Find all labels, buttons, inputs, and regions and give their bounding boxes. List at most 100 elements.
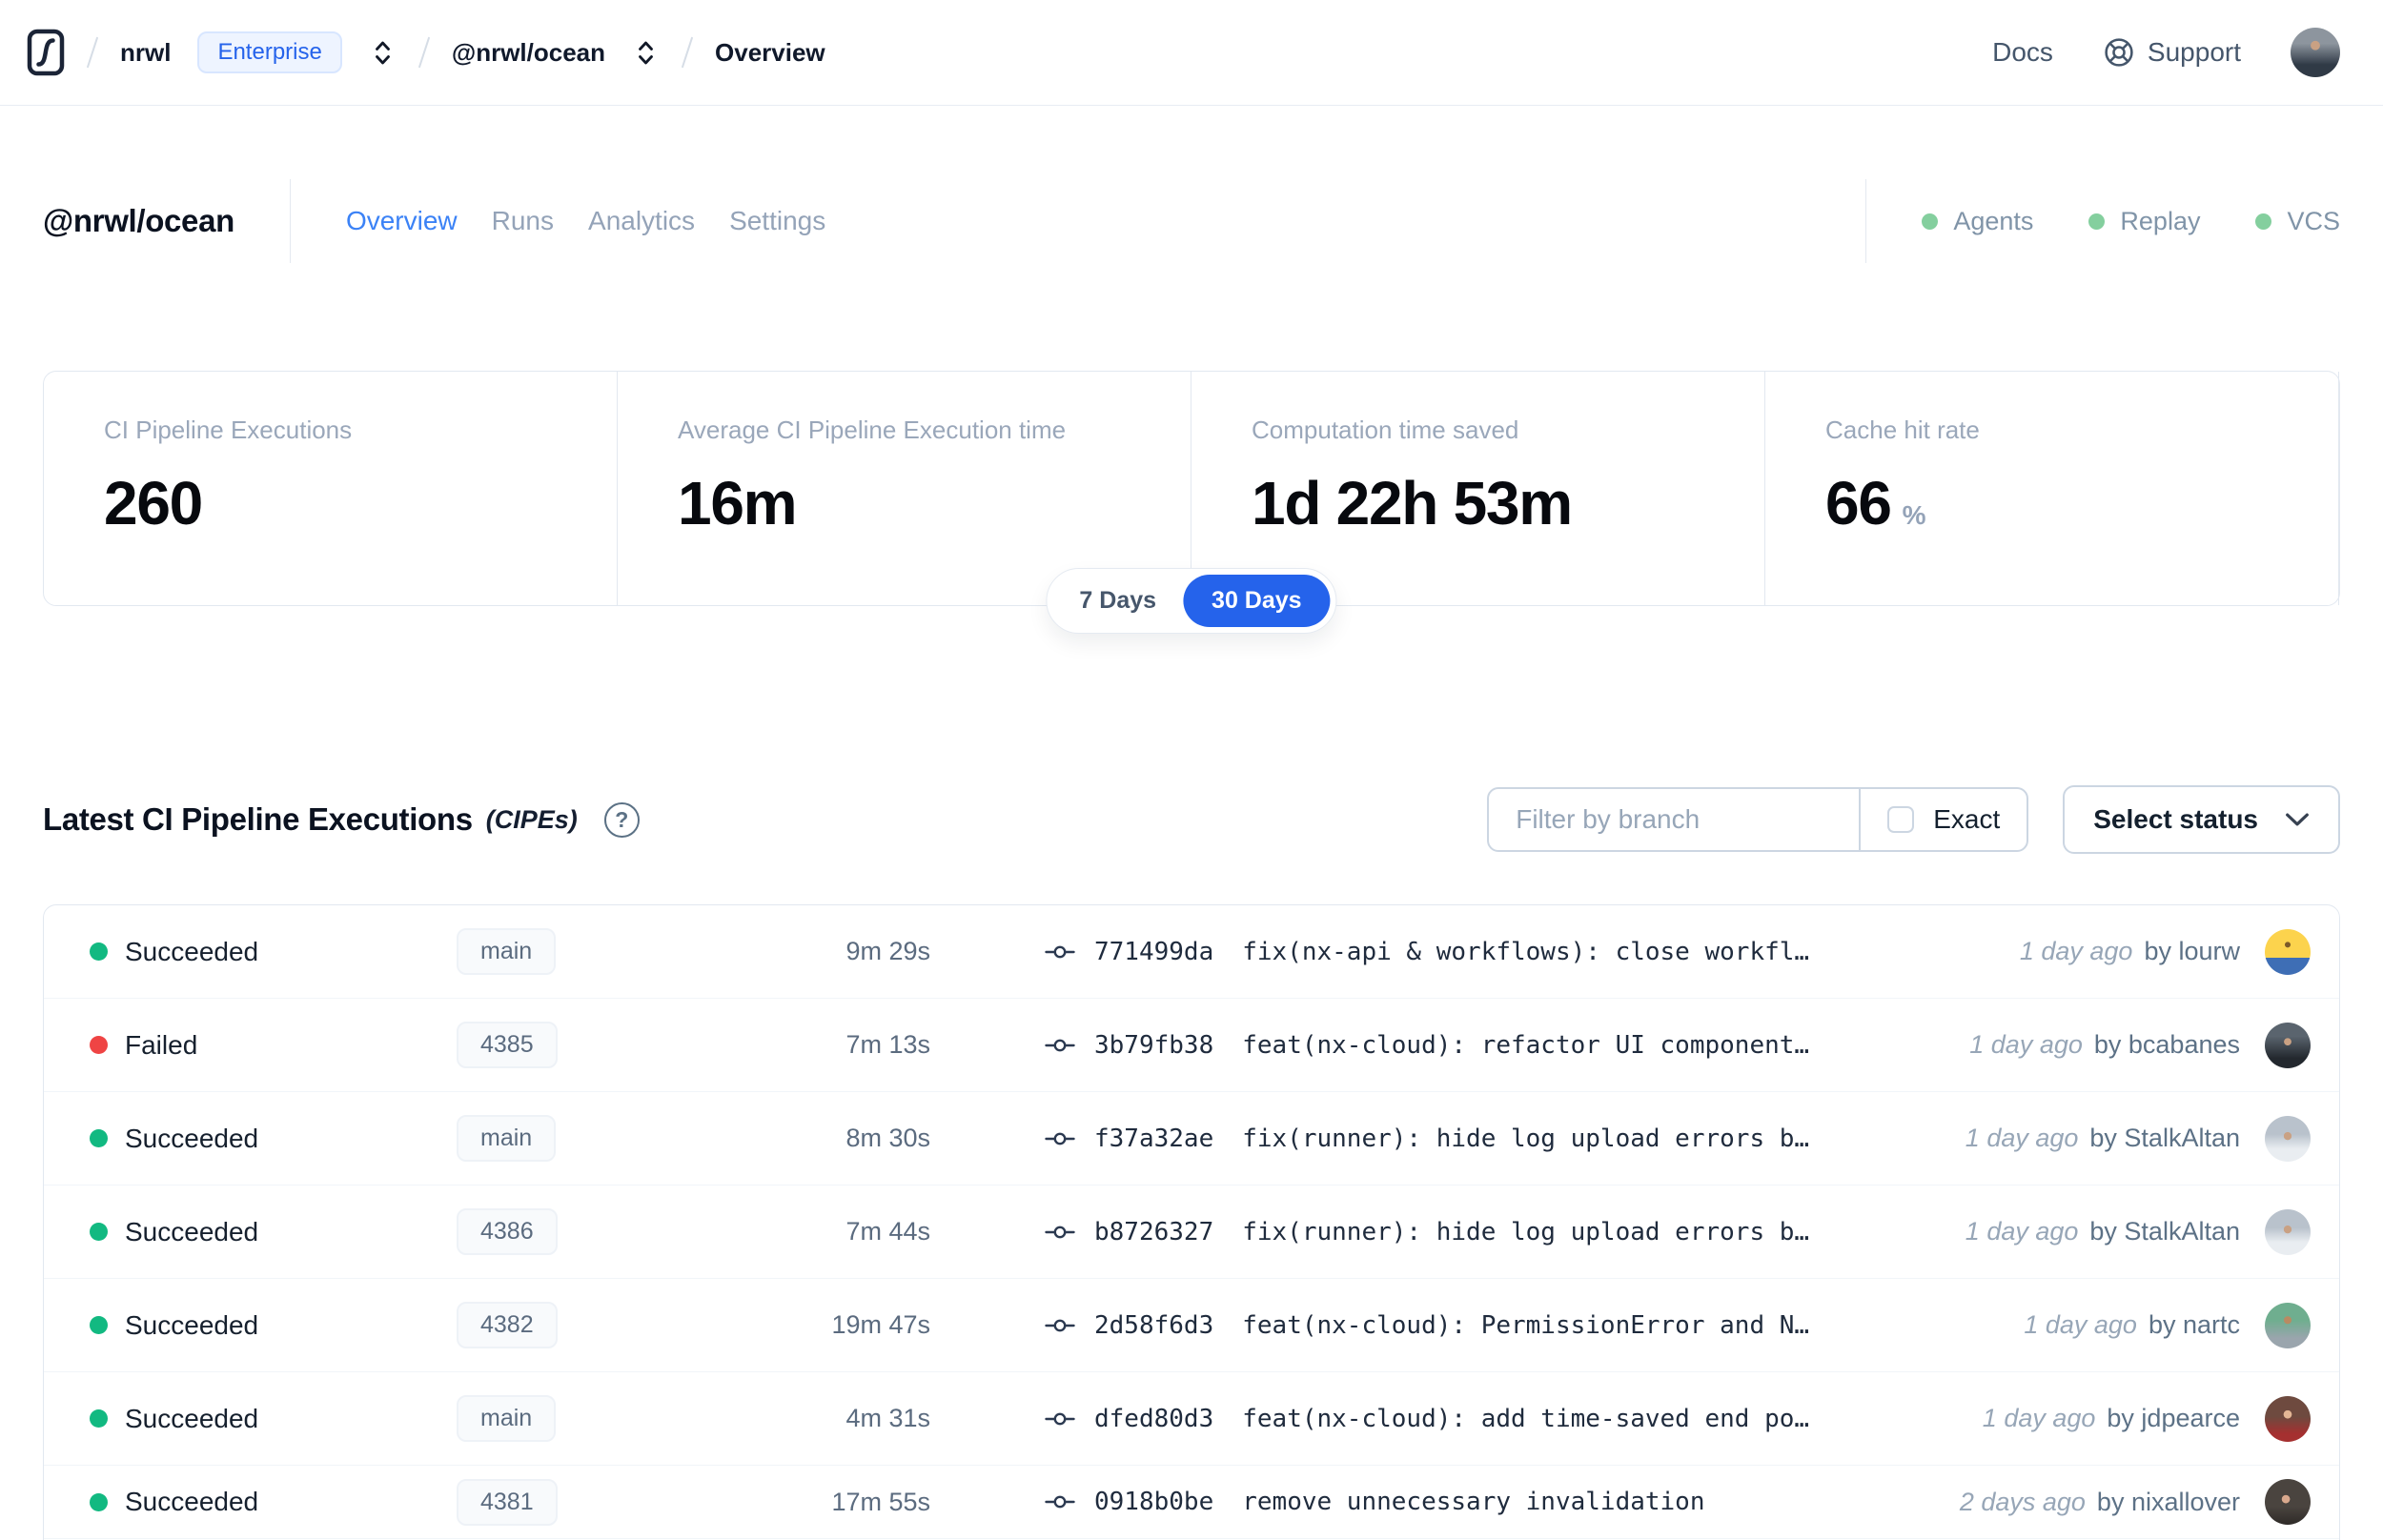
author-avatar	[2265, 1395, 2311, 1442]
commit-hash[interactable]: dfed80d3	[1094, 1405, 1213, 1433]
table-filters: Exact Select status	[1487, 785, 2340, 854]
nx-cloud-logo-icon[interactable]	[27, 29, 65, 76]
question-circle-icon[interactable]	[603, 801, 640, 838]
commit-cell: 3b79fb38 feat(nx-cloud): refactor UI com…	[1045, 1030, 1931, 1061]
stat-ci-pipeline-executions: CI Pipeline Executions 260	[44, 372, 618, 605]
table-row[interactable]: Succeeded main 4m 31s dfed80d3 feat(nx-c…	[44, 1372, 2339, 1466]
table-row[interactable]: Succeeded 4382 19m 47s 2d58f6d3 feat(nx-…	[44, 1279, 2339, 1372]
branch-cell: 4386	[457, 1208, 740, 1255]
docs-link[interactable]: Docs	[1992, 37, 2053, 68]
workspace-selector-chevron-up-down-icon[interactable]	[632, 35, 660, 71]
time-ago: 1 day ago	[1969, 1030, 2083, 1059]
commit-cell: b8726327 fix(runner): hide log upload er…	[1045, 1217, 1927, 1247]
branch-cell: main	[457, 1395, 740, 1442]
duration: 7m 44s	[845, 1217, 930, 1246]
commit-message: fix(runner): hide log upload errors b…	[1242, 1124, 1810, 1153]
branch-chip[interactable]: 4386	[457, 1208, 558, 1255]
branch-chip[interactable]: main	[457, 928, 557, 975]
chevron-down-icon	[2285, 812, 2310, 827]
git-commit-icon	[1045, 1404, 1075, 1434]
commit-cell: 771499da fix(nx-api & workflows): close …	[1045, 937, 1982, 967]
branch-chip[interactable]: 4382	[457, 1302, 558, 1348]
service-label: VCS	[2287, 206, 2340, 235]
service-replay[interactable]: Replay	[2088, 207, 2200, 236]
status-dot-icon	[90, 1409, 108, 1428]
commit-hash[interactable]: b8726327	[1094, 1218, 1213, 1246]
status-select-label: Select status	[2093, 804, 2258, 834]
branch-chip[interactable]: main	[457, 1115, 557, 1162]
stat-label: Computation time saved	[1252, 415, 1519, 444]
branch-filter-input[interactable]	[1489, 789, 1860, 850]
service-agents[interactable]: Agents	[1922, 207, 2033, 236]
branch-chip[interactable]: 4385	[457, 1022, 558, 1068]
workspace-title: @nrwl/ocean	[43, 203, 234, 238]
commit-hash[interactable]: 2d58f6d3	[1094, 1311, 1213, 1340]
tab-settings[interactable]: Settings	[729, 206, 825, 236]
breadcrumb-separator	[681, 36, 694, 69]
table-row[interactable]: Succeeded main 9m 29s 771499da fix(nx-ap…	[44, 905, 2339, 999]
support-link[interactable]: Support	[2103, 36, 2241, 69]
commit-hash[interactable]: 771499da	[1094, 938, 1213, 966]
git-commit-icon	[1045, 1124, 1075, 1154]
commit-message: feat(nx-cloud): PermissionError and N…	[1242, 1310, 1810, 1340]
status-dot-icon	[1922, 213, 1939, 230]
workspace-header: @nrwl/ocean Overview Runs Analytics Sett…	[43, 178, 2340, 264]
time-ago: 1 day ago	[1965, 1124, 2079, 1152]
current-page: Overview	[715, 37, 825, 67]
branch-cell: 4381	[457, 1478, 740, 1526]
tab-runs[interactable]: Runs	[492, 206, 554, 236]
status-dot-icon	[90, 1492, 108, 1511]
status-select-dropdown[interactable]: Select status	[2063, 785, 2340, 854]
exact-checkbox[interactable]	[1887, 806, 1915, 833]
service-vcs[interactable]: VCS	[2255, 207, 2340, 236]
org-selector-chevron-up-down-icon[interactable]	[369, 35, 397, 71]
meta-cell: 1 day ago by StalkAltan	[1965, 1115, 2311, 1162]
commit-hash[interactable]: f37a32ae	[1094, 1125, 1213, 1153]
meta-cell: 1 day ago by StalkAltan	[1965, 1208, 2311, 1255]
author-avatar	[2265, 1022, 2311, 1068]
divider	[1865, 179, 1867, 263]
user-avatar[interactable]	[2291, 28, 2340, 77]
status-label: Succeeded	[125, 1309, 259, 1340]
status-dot-icon	[90, 1223, 108, 1241]
commit-cell: dfed80d3 feat(nx-cloud): add time-saved …	[1045, 1404, 1945, 1434]
time-ago: 1 day ago	[1982, 1404, 2096, 1432]
table-row[interactable]: Succeeded main 8m 30s f37a32ae fix(runne…	[44, 1092, 2339, 1185]
branch-cell: main	[457, 928, 740, 975]
table-row[interactable]: Succeeded 4386 7m 44s b8726327 fix(runne…	[44, 1185, 2339, 1279]
commit-message: feat(nx-cloud): add time-saved end po…	[1242, 1404, 1810, 1433]
table-row[interactable]: Failed 4385 7m 13s 3b79fb38 feat(nx-clou…	[44, 999, 2339, 1092]
exact-label: Exact	[1933, 804, 2001, 834]
status-cell: Failed	[90, 1030, 457, 1061]
tab-analytics[interactable]: Analytics	[588, 206, 695, 236]
range-30-days-button[interactable]: 30 Days	[1183, 575, 1331, 627]
status-label: Failed	[125, 1029, 198, 1060]
table-row[interactable]: Succeeded 4381 17m 55s 0918b0be remove u…	[44, 1466, 2339, 1539]
status-dot-icon	[2088, 213, 2106, 230]
commit-hash[interactable]: 0918b0be	[1094, 1488, 1213, 1516]
org-name[interactable]: nrwl	[120, 38, 171, 68]
git-commit-icon	[1045, 1217, 1075, 1247]
commit-message: fix(runner): hide log upload errors b…	[1242, 1217, 1810, 1246]
section-title-suffix: (CIPEs)	[485, 804, 578, 834]
commit-hash[interactable]: 3b79fb38	[1094, 1031, 1213, 1060]
commit-message: fix(nx-api & workflows): close workfl…	[1242, 937, 1810, 966]
time-ago: 1 day ago	[1965, 1217, 2079, 1246]
branch-chip[interactable]: 4381	[457, 1478, 558, 1526]
cipes-table: Succeeded main 9m 29s 771499da fix(nx-ap…	[43, 904, 2340, 1540]
time-ago: 1 day ago	[2024, 1310, 2137, 1339]
author-avatar	[2265, 1208, 2311, 1255]
stat-value: 260	[104, 469, 203, 537]
author: by jdpearce	[2107, 1404, 2240, 1432]
range-7-days-button[interactable]: 7 Days	[1052, 575, 1183, 627]
stat-label: Average CI Pipeline Execution time	[678, 415, 1067, 444]
workspace-name[interactable]: @nrwl/ocean	[452, 38, 605, 68]
commit-message: feat(nx-cloud): refactor UI component…	[1242, 1030, 1810, 1060]
author: by nixallover	[2096, 1487, 2240, 1516]
meta-cell: 1 day ago by bcabanes	[1969, 1022, 2311, 1068]
enterprise-badge: Enterprise	[197, 31, 342, 73]
top-bar: nrwl Enterprise @nrwl/ocean Overview Doc…	[0, 0, 2383, 106]
commit-cell: 0918b0be remove unnecessary invalidation	[1045, 1487, 1922, 1517]
tab-overview[interactable]: Overview	[346, 206, 458, 236]
branch-chip[interactable]: main	[457, 1395, 557, 1442]
